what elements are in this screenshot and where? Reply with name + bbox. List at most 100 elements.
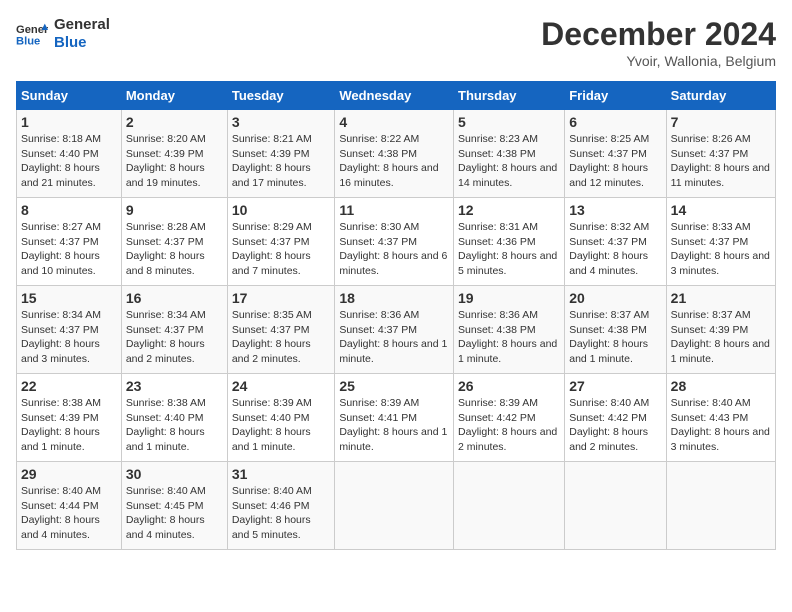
day-info: Sunrise: 8:38 AM Sunset: 4:40 PM Dayligh… bbox=[126, 396, 223, 455]
day-number: 6 bbox=[569, 114, 661, 130]
day-info: Sunrise: 8:36 AM Sunset: 4:37 PM Dayligh… bbox=[339, 308, 449, 367]
calendar-cell: 8 Sunrise: 8:27 AM Sunset: 4:37 PM Dayli… bbox=[17, 198, 122, 286]
calendar-cell: 31 Sunrise: 8:40 AM Sunset: 4:46 PM Dayl… bbox=[227, 462, 334, 550]
week-row-2: 8 Sunrise: 8:27 AM Sunset: 4:37 PM Dayli… bbox=[17, 198, 776, 286]
calendar-cell bbox=[565, 462, 666, 550]
day-info: Sunrise: 8:18 AM Sunset: 4:40 PM Dayligh… bbox=[21, 132, 117, 191]
calendar-cell: 11 Sunrise: 8:30 AM Sunset: 4:37 PM Dayl… bbox=[335, 198, 454, 286]
calendar-cell: 14 Sunrise: 8:33 AM Sunset: 4:37 PM Dayl… bbox=[666, 198, 775, 286]
day-number: 31 bbox=[232, 466, 330, 482]
calendar-cell: 2 Sunrise: 8:20 AM Sunset: 4:39 PM Dayli… bbox=[121, 110, 227, 198]
calendar-cell: 13 Sunrise: 8:32 AM Sunset: 4:37 PM Dayl… bbox=[565, 198, 666, 286]
day-number: 27 bbox=[569, 378, 661, 394]
day-header-thursday: Thursday bbox=[454, 82, 565, 110]
day-header-monday: Monday bbox=[121, 82, 227, 110]
calendar-cell bbox=[454, 462, 565, 550]
day-number: 5 bbox=[458, 114, 560, 130]
day-number: 24 bbox=[232, 378, 330, 394]
calendar-cell: 7 Sunrise: 8:26 AM Sunset: 4:37 PM Dayli… bbox=[666, 110, 775, 198]
day-info: Sunrise: 8:31 AM Sunset: 4:36 PM Dayligh… bbox=[458, 220, 560, 279]
day-info: Sunrise: 8:30 AM Sunset: 4:37 PM Dayligh… bbox=[339, 220, 449, 279]
day-number: 20 bbox=[569, 290, 661, 306]
calendar-cell: 4 Sunrise: 8:22 AM Sunset: 4:38 PM Dayli… bbox=[335, 110, 454, 198]
calendar-header-row: SundayMondayTuesdayWednesdayThursdayFrid… bbox=[17, 82, 776, 110]
month-title: December 2024 bbox=[541, 16, 776, 53]
day-number: 12 bbox=[458, 202, 560, 218]
calendar-cell: 30 Sunrise: 8:40 AM Sunset: 4:45 PM Dayl… bbox=[121, 462, 227, 550]
day-info: Sunrise: 8:22 AM Sunset: 4:38 PM Dayligh… bbox=[339, 132, 449, 191]
day-number: 2 bbox=[126, 114, 223, 130]
calendar-cell: 9 Sunrise: 8:28 AM Sunset: 4:37 PM Dayli… bbox=[121, 198, 227, 286]
calendar-cell: 18 Sunrise: 8:36 AM Sunset: 4:37 PM Dayl… bbox=[335, 286, 454, 374]
day-info: Sunrise: 8:34 AM Sunset: 4:37 PM Dayligh… bbox=[126, 308, 223, 367]
day-info: Sunrise: 8:20 AM Sunset: 4:39 PM Dayligh… bbox=[126, 132, 223, 191]
day-number: 22 bbox=[21, 378, 117, 394]
day-number: 9 bbox=[126, 202, 223, 218]
day-number: 3 bbox=[232, 114, 330, 130]
calendar-table: SundayMondayTuesdayWednesdayThursdayFrid… bbox=[16, 81, 776, 550]
calendar-cell: 27 Sunrise: 8:40 AM Sunset: 4:42 PM Dayl… bbox=[565, 374, 666, 462]
page-header: General Blue General Blue December 2024 … bbox=[16, 16, 776, 69]
day-header-wednesday: Wednesday bbox=[335, 82, 454, 110]
day-number: 8 bbox=[21, 202, 117, 218]
day-info: Sunrise: 8:39 AM Sunset: 4:42 PM Dayligh… bbox=[458, 396, 560, 455]
day-number: 19 bbox=[458, 290, 560, 306]
day-header-friday: Friday bbox=[565, 82, 666, 110]
day-number: 21 bbox=[671, 290, 771, 306]
day-info: Sunrise: 8:26 AM Sunset: 4:37 PM Dayligh… bbox=[671, 132, 771, 191]
day-info: Sunrise: 8:27 AM Sunset: 4:37 PM Dayligh… bbox=[21, 220, 117, 279]
day-info: Sunrise: 8:40 AM Sunset: 4:42 PM Dayligh… bbox=[569, 396, 661, 455]
calendar-cell: 12 Sunrise: 8:31 AM Sunset: 4:36 PM Dayl… bbox=[454, 198, 565, 286]
day-info: Sunrise: 8:23 AM Sunset: 4:38 PM Dayligh… bbox=[458, 132, 560, 191]
calendar-cell: 3 Sunrise: 8:21 AM Sunset: 4:39 PM Dayli… bbox=[227, 110, 334, 198]
week-row-4: 22 Sunrise: 8:38 AM Sunset: 4:39 PM Dayl… bbox=[17, 374, 776, 462]
day-info: Sunrise: 8:39 AM Sunset: 4:40 PM Dayligh… bbox=[232, 396, 330, 455]
day-number: 17 bbox=[232, 290, 330, 306]
calendar-cell: 22 Sunrise: 8:38 AM Sunset: 4:39 PM Dayl… bbox=[17, 374, 122, 462]
day-number: 1 bbox=[21, 114, 117, 130]
calendar-cell: 29 Sunrise: 8:40 AM Sunset: 4:44 PM Dayl… bbox=[17, 462, 122, 550]
calendar-cell bbox=[335, 462, 454, 550]
day-number: 26 bbox=[458, 378, 560, 394]
calendar-cell: 17 Sunrise: 8:35 AM Sunset: 4:37 PM Dayl… bbox=[227, 286, 334, 374]
day-number: 4 bbox=[339, 114, 449, 130]
calendar-cell bbox=[666, 462, 775, 550]
day-info: Sunrise: 8:39 AM Sunset: 4:41 PM Dayligh… bbox=[339, 396, 449, 455]
day-info: Sunrise: 8:25 AM Sunset: 4:37 PM Dayligh… bbox=[569, 132, 661, 191]
day-number: 7 bbox=[671, 114, 771, 130]
location-subtitle: Yvoir, Wallonia, Belgium bbox=[541, 53, 776, 69]
day-header-sunday: Sunday bbox=[17, 82, 122, 110]
day-number: 18 bbox=[339, 290, 449, 306]
svg-text:General: General bbox=[16, 24, 48, 36]
day-info: Sunrise: 8:28 AM Sunset: 4:37 PM Dayligh… bbox=[126, 220, 223, 279]
calendar-cell: 21 Sunrise: 8:37 AM Sunset: 4:39 PM Dayl… bbox=[666, 286, 775, 374]
svg-text:Blue: Blue bbox=[16, 35, 40, 47]
calendar-cell: 5 Sunrise: 8:23 AM Sunset: 4:38 PM Dayli… bbox=[454, 110, 565, 198]
day-header-tuesday: Tuesday bbox=[227, 82, 334, 110]
day-info: Sunrise: 8:40 AM Sunset: 4:46 PM Dayligh… bbox=[232, 484, 330, 543]
calendar-cell: 23 Sunrise: 8:38 AM Sunset: 4:40 PM Dayl… bbox=[121, 374, 227, 462]
calendar-body: 1 Sunrise: 8:18 AM Sunset: 4:40 PM Dayli… bbox=[17, 110, 776, 550]
day-info: Sunrise: 8:36 AM Sunset: 4:38 PM Dayligh… bbox=[458, 308, 560, 367]
week-row-5: 29 Sunrise: 8:40 AM Sunset: 4:44 PM Dayl… bbox=[17, 462, 776, 550]
calendar-cell: 20 Sunrise: 8:37 AM Sunset: 4:38 PM Dayl… bbox=[565, 286, 666, 374]
day-number: 10 bbox=[232, 202, 330, 218]
day-info: Sunrise: 8:40 AM Sunset: 4:43 PM Dayligh… bbox=[671, 396, 771, 455]
calendar-cell: 6 Sunrise: 8:25 AM Sunset: 4:37 PM Dayli… bbox=[565, 110, 666, 198]
calendar-cell: 24 Sunrise: 8:39 AM Sunset: 4:40 PM Dayl… bbox=[227, 374, 334, 462]
logo-general: General bbox=[54, 16, 110, 34]
day-number: 23 bbox=[126, 378, 223, 394]
day-info: Sunrise: 8:37 AM Sunset: 4:38 PM Dayligh… bbox=[569, 308, 661, 367]
week-row-3: 15 Sunrise: 8:34 AM Sunset: 4:37 PM Dayl… bbox=[17, 286, 776, 374]
calendar-cell: 25 Sunrise: 8:39 AM Sunset: 4:41 PM Dayl… bbox=[335, 374, 454, 462]
day-number: 11 bbox=[339, 202, 449, 218]
day-number: 29 bbox=[21, 466, 117, 482]
day-info: Sunrise: 8:33 AM Sunset: 4:37 PM Dayligh… bbox=[671, 220, 771, 279]
week-row-1: 1 Sunrise: 8:18 AM Sunset: 4:40 PM Dayli… bbox=[17, 110, 776, 198]
day-number: 28 bbox=[671, 378, 771, 394]
calendar-cell: 28 Sunrise: 8:40 AM Sunset: 4:43 PM Dayl… bbox=[666, 374, 775, 462]
logo-icon: General Blue bbox=[16, 20, 48, 48]
day-number: 14 bbox=[671, 202, 771, 218]
day-info: Sunrise: 8:35 AM Sunset: 4:37 PM Dayligh… bbox=[232, 308, 330, 367]
day-info: Sunrise: 8:40 AM Sunset: 4:45 PM Dayligh… bbox=[126, 484, 223, 543]
